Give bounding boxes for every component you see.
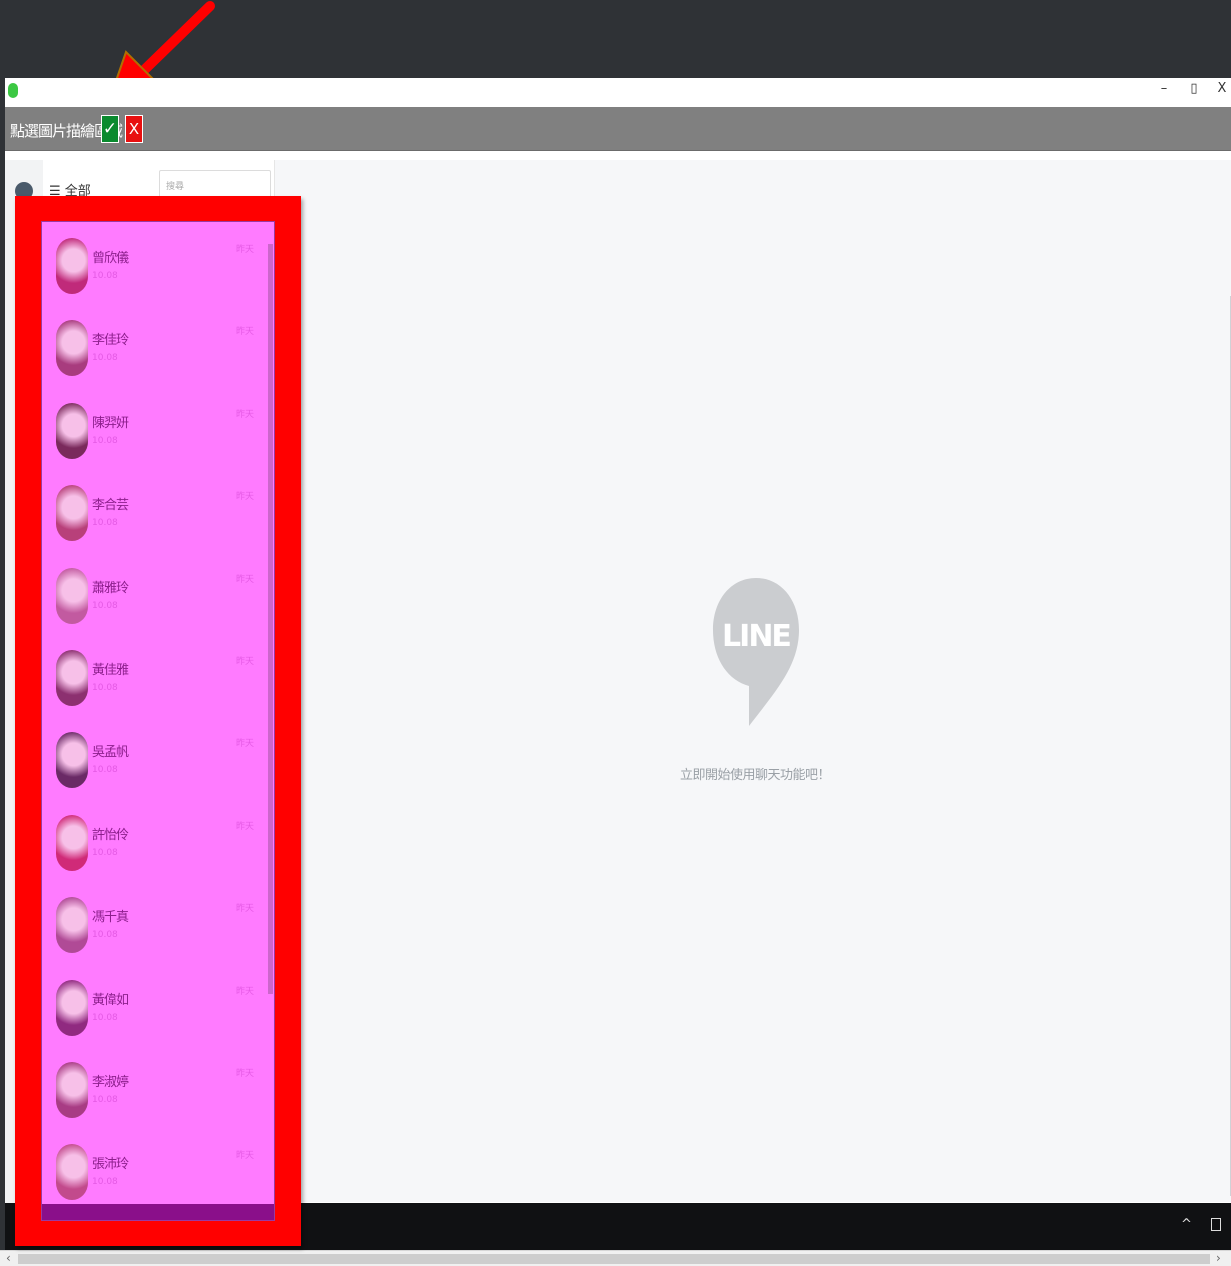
chat-time: 昨天: [236, 409, 255, 420]
line-app-icon: [8, 83, 18, 98]
tray-app-icon[interactable]: [1211, 1218, 1221, 1231]
chat-list-item[interactable]: 李淑婷 10.08 昨天: [42, 1048, 262, 1130]
chat-name: 吳孟帆: [92, 745, 129, 761]
chat-list-item[interactable]: 陳羿妍 10.08 昨天: [42, 389, 262, 471]
chat-name: 黃偉如: [92, 992, 129, 1008]
chat-time: 昨天: [236, 657, 255, 667]
chat-time: 昨天: [236, 245, 255, 255]
chat-list-item[interactable]: 蕭雅玲 10.08 昨天: [42, 554, 262, 636]
close-button[interactable]: X: [1213, 81, 1231, 96]
chat-list-item[interactable]: 黃佳雅 10.08 昨天: [42, 636, 262, 718]
chat-list-item[interactable]: 張沛玲 10.08 昨天: [42, 1130, 262, 1212]
avatar: [56, 650, 88, 706]
minimize-button[interactable]: –: [1155, 81, 1173, 96]
line-logo: LINE: [713, 578, 799, 726]
avatar: [56, 732, 88, 789]
scroll-right-icon[interactable]: ›: [1216, 1251, 1221, 1265]
chat-time: 昨天: [236, 1069, 255, 1079]
avatar: [56, 897, 88, 954]
chat-list-item[interactable]: 許怡伶 10.08 昨天: [42, 801, 262, 883]
region-select-toolbar: 點選圖片描繪區域 ✓ X: [5, 107, 1231, 151]
chat-name: 李合芸: [92, 498, 129, 514]
chat-preview: 10.08: [92, 683, 118, 693]
avatar: [56, 1144, 88, 1201]
chat-preview: 10.08: [92, 847, 118, 858]
avatar: [56, 567, 88, 624]
chat-name: 陳羿妍: [92, 415, 129, 431]
avatar: [56, 485, 88, 542]
avatar: [56, 320, 88, 377]
avatar: [56, 238, 88, 294]
chat-time: 昨天: [236, 1151, 255, 1162]
chat-name: 曾欣儀: [92, 251, 129, 266]
cancel-button[interactable]: X: [125, 115, 143, 143]
chat-name: 蕭雅玲: [92, 580, 129, 596]
list-scrollbar-thumb[interactable]: [268, 244, 273, 994]
empty-state-message: 立即開始使用聊天功能吧！: [679, 768, 831, 783]
chat-preview: 10.08: [92, 600, 118, 611]
chat-list-item[interactable]: 吳孟帆 10.08 昨天: [42, 718, 262, 800]
tray-overflow-icon[interactable]: ^: [1181, 1217, 1192, 1232]
title-bar: – ▯ X: [5, 78, 1231, 106]
list-scrollbar[interactable]: [266, 232, 274, 1192]
chat-preview: 10.08: [92, 1095, 118, 1105]
chat-name: 李佳玲: [92, 333, 129, 349]
selection-highlight-frame: 曾欣儀 10.08 昨天 李佳玲 10.08 昨天 陳羿妍 10.08 昨天 李合芸 10.08 昨天…: [15, 196, 301, 1246]
scrollbar-thumb[interactable]: [18, 1254, 1210, 1264]
maximize-button[interactable]: ▯: [1185, 81, 1203, 96]
scroll-left-icon[interactable]: ‹: [6, 1251, 11, 1265]
chat-name: 張沛玲: [92, 1157, 129, 1173]
chat-list-item[interactable]: 李佳玲 10.08 昨天: [42, 306, 262, 388]
chat-list-item[interactable]: 曾欣儀 10.08 昨天: [42, 224, 262, 306]
avatar: [56, 402, 88, 459]
chat-name: 李淑婷: [92, 1075, 129, 1090]
chat-time: 昨天: [236, 739, 255, 750]
chat-time: 昨天: [236, 821, 255, 832]
chat-time: 昨天: [236, 327, 255, 338]
chat-list-item[interactable]: 李合芸 10.08 昨天: [42, 471, 262, 553]
chat-preview: 10.08: [92, 765, 118, 776]
chat-time: 昨天: [236, 986, 255, 997]
chat-preview: 10.08: [92, 271, 118, 281]
avatar: [56, 979, 88, 1036]
chat-preview: 10.08: [92, 1177, 118, 1188]
avatar: [56, 1062, 88, 1118]
chat-preview: 10.08: [92, 930, 118, 941]
horizontal-scrollbar[interactable]: ‹ ›: [0, 1250, 1231, 1266]
logo-text: LINE: [722, 619, 790, 654]
avatar: [56, 814, 88, 871]
chat-name: 黃佳雅: [92, 663, 129, 678]
main-chat-panel: LINE 立即開始使用聊天功能吧！: [275, 160, 1231, 1202]
confirm-button[interactable]: ✓: [101, 115, 119, 143]
chat-list-item[interactable]: 馮千真 10.08 昨天: [42, 883, 262, 965]
chat-preview: 10.08: [92, 353, 118, 364]
chat-list[interactable]: 曾欣儀 10.08 昨天 李佳玲 10.08 昨天 陳羿妍 10.08 昨天 李合芸 10.08 昨天…: [41, 221, 275, 1221]
chat-name: 許怡伶: [92, 827, 129, 843]
chat-time: 昨天: [236, 492, 255, 503]
chat-name: 馮千真: [92, 910, 129, 926]
chat-time: 昨天: [236, 904, 255, 915]
chat-preview: 10.08: [92, 1012, 118, 1023]
chat-list-item[interactable]: 黃偉如 10.08 昨天: [42, 966, 262, 1048]
chat-time: 昨天: [236, 574, 255, 585]
chat-preview: 10.08: [92, 518, 118, 529]
chat-preview: 10.08: [92, 435, 118, 446]
